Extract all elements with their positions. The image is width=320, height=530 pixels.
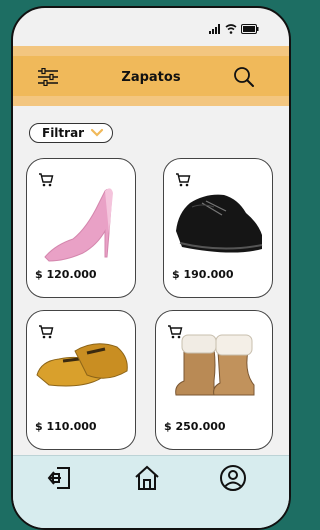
- logout-icon[interactable]: [47, 464, 75, 492]
- battery-icon: [241, 24, 259, 34]
- status-bar: [209, 24, 259, 34]
- product-price: $ 110.000: [35, 420, 97, 433]
- filter-button[interactable]: Filtrar: [29, 123, 113, 143]
- header: Zapatos: [13, 46, 289, 106]
- profile-icon[interactable]: [219, 464, 247, 492]
- wifi-icon: [225, 24, 237, 34]
- product-card[interactable]: $ 120.000: [26, 158, 136, 298]
- search-icon[interactable]: [233, 66, 255, 88]
- signal-icon: [209, 24, 220, 34]
- product-price: $ 190.000: [172, 268, 234, 281]
- home-icon[interactable]: [133, 464, 161, 492]
- sliders-icon[interactable]: [37, 68, 59, 86]
- chevron-down-icon: [90, 128, 104, 137]
- filter-label: Filtrar: [42, 126, 85, 140]
- product-price: $ 120.000: [35, 268, 97, 281]
- product-card[interactable]: $ 250.000: [155, 310, 273, 450]
- fur-boot-image: [175, 334, 255, 396]
- product-card[interactable]: $ 110.000: [26, 310, 136, 450]
- product-card[interactable]: $ 190.000: [163, 158, 273, 298]
- pink-heel-image: [44, 188, 113, 262]
- phone-frame: Zapatos Filtrar $ 120.000 $ 190.000 $ 11…: [11, 6, 291, 530]
- mustard-loafer-image: [36, 343, 128, 387]
- product-price: $ 250.000: [164, 420, 226, 433]
- black-oxford-image: [176, 194, 263, 253]
